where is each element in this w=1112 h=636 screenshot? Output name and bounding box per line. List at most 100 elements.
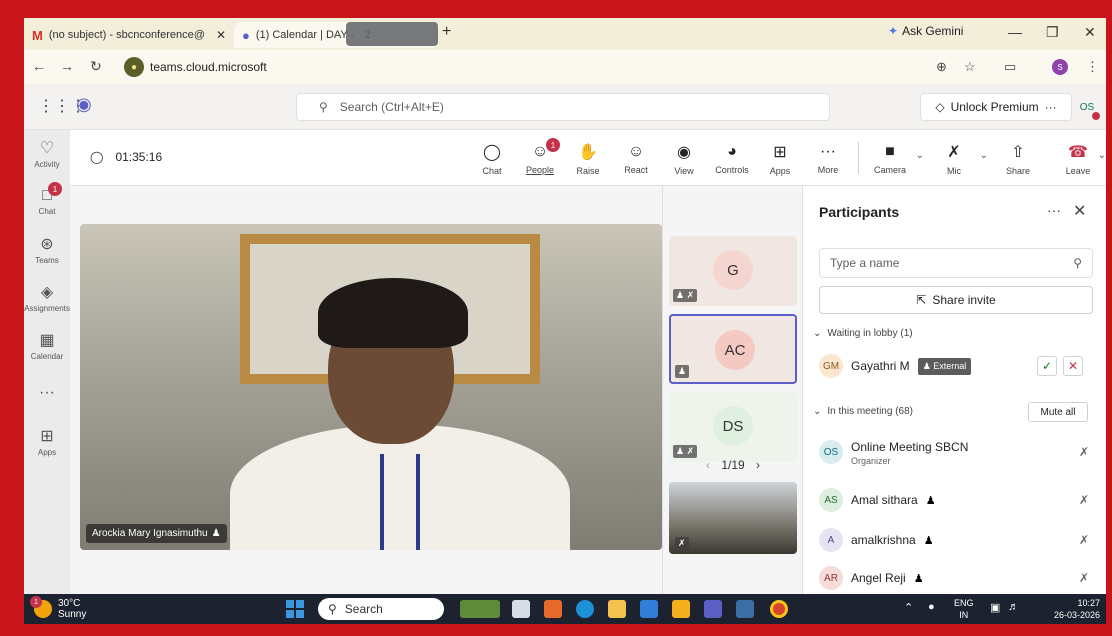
left-rail: ♡ Activity □ Chat 1 ⊛ Teams ◈ Assignment…	[24, 130, 70, 594]
minimize-icon[interactable]: —	[1008, 24, 1022, 40]
profile-avatar[interactable]: S	[1052, 59, 1068, 75]
react-button[interactable]: ☺ React	[614, 136, 658, 182]
rail-item-activity[interactable]: ♡ Activity	[24, 130, 70, 176]
more-button[interactable]: ··· More	[806, 136, 850, 182]
mic-button[interactable]: ✗ Mic ⌄	[932, 136, 988, 182]
store-icon[interactable]	[608, 600, 626, 618]
network-icon[interactable]: ▣	[990, 601, 1000, 614]
taskbar-search[interactable]: ⚲ Search	[318, 598, 444, 620]
rail-item-assignments[interactable]: ◈ Assignments	[24, 274, 70, 320]
participant-row[interactable]: OS Online Meeting SBCN Organizer ✗	[819, 432, 1093, 472]
external-badge: ♟ External	[917, 357, 972, 375]
people-button[interactable]: ☺ People 1	[518, 136, 562, 182]
share-icon: ⇧	[1011, 144, 1025, 161]
rail-item-chat[interactable]: □ Chat 1	[24, 178, 70, 224]
app-icon[interactable]	[640, 600, 658, 618]
mic-tray-icon[interactable]: ●	[928, 601, 935, 613]
mic-off-icon: ✗	[1078, 445, 1089, 459]
task-view-icon[interactable]	[512, 600, 530, 618]
file-explorer-icon[interactable]	[672, 600, 690, 618]
share-invite-button[interactable]: ⇱ Share invite	[819, 286, 1093, 314]
language-indicator[interactable]: ENG IN	[954, 597, 974, 621]
thumbnail-tile-selected[interactable]: AC ♟	[669, 314, 797, 384]
more-icon: ···	[39, 384, 55, 401]
system-clock[interactable]: 10:27 26-03-2026	[1034, 597, 1100, 621]
chevron-down-icon[interactable]: ⌄	[1098, 150, 1106, 161]
apps-button[interactable]: ⊞ Apps	[758, 136, 802, 182]
raise-hand-button[interactable]: ✋ Raise	[566, 136, 610, 182]
copilot-icon[interactable]	[544, 600, 562, 618]
avatar: AS	[819, 488, 843, 512]
ask-gemini-button[interactable]: ✦ Ask Gemini	[888, 24, 963, 38]
main-speaker-video[interactable]: Arockia Mary Ignasimuthu ♟	[80, 224, 662, 550]
room-video-thumbnail[interactable]: ✗	[669, 482, 797, 554]
mic-off-icon: ✗	[675, 537, 689, 550]
mute-all-button[interactable]: Mute all	[1028, 402, 1088, 422]
thumbnail-tile[interactable]: G ♟ ✗	[669, 236, 797, 306]
tab-close-button[interactable]: ✕	[216, 28, 226, 42]
close-icon[interactable]: ✕	[1073, 201, 1086, 221]
external-user-icon: ♟	[925, 494, 936, 507]
chat-button[interactable]: ◯ Chat	[470, 136, 514, 182]
pager-next-button[interactable]: ›	[756, 458, 760, 472]
participant-row[interactable]: AR Angel Reji ♟ ✗	[819, 562, 1093, 594]
view-button[interactable]: ◉ View	[662, 136, 706, 182]
tab-gmail[interactable]: M (no subject) - sbcnconference@ ✕	[24, 22, 234, 48]
leave-button[interactable]: ☎ Leave ⌄	[1056, 136, 1106, 182]
menu-kebab-icon[interactable]: ⋮	[1086, 59, 1099, 75]
clock-date: 26-03-2026	[1053, 610, 1100, 620]
hand-icon: ✋	[578, 144, 598, 161]
widgets-icon[interactable]	[460, 600, 500, 618]
panel-more-icon[interactable]: ···	[1047, 202, 1061, 218]
rail-item-more[interactable]: ···	[24, 370, 70, 416]
lang-top: ENG	[954, 598, 974, 608]
rail-item-teams[interactable]: ⊛ Teams	[24, 226, 70, 272]
rail-item-calendar[interactable]: ▦ Calendar	[24, 322, 70, 368]
windows-start-button[interactable]	[286, 600, 304, 618]
edge-icon[interactable]	[576, 600, 594, 618]
share-button[interactable]: ⇧ Share	[996, 136, 1040, 182]
tab-search-icon[interactable]: ▭	[1004, 59, 1016, 75]
view-icon: ◉	[677, 144, 691, 161]
participant-search-input[interactable]: Type a name ⚲	[819, 248, 1093, 278]
tool-label: Camera	[873, 165, 906, 175]
camera-button[interactable]: ■ Camera ⌄	[868, 136, 924, 182]
gmail-icon: M	[32, 27, 43, 43]
deny-button[interactable]: ✕	[1063, 356, 1083, 376]
pager-prev-button[interactable]: ‹	[706, 458, 710, 472]
rail-item-apps[interactable]: ⊞ Apps	[24, 418, 70, 464]
app-icon[interactable]	[736, 600, 754, 618]
thumbnail-tile[interactable]: DS ♟ ✗	[669, 392, 797, 462]
controls-button[interactable]: ◕ Controls	[710, 136, 754, 182]
unlock-premium-button[interactable]: ◇ Unlock Premium ···	[920, 93, 1072, 121]
speaker-lanyard	[380, 454, 420, 550]
close-window-icon[interactable]: ✕	[1084, 24, 1096, 41]
tab-label: (1) Calendar | DAY -	[255, 29, 355, 41]
people-badge: 1	[546, 138, 560, 152]
bookmark-star-icon[interactable]: ☆	[964, 59, 976, 75]
weather-widget[interactable]: 1 30°C Sunny	[30, 596, 86, 620]
forward-icon[interactable]: →	[60, 58, 74, 74]
chevron-down-icon[interactable]: ⌄	[916, 150, 924, 161]
lobby-section-header[interactable]: ⌄ Waiting in lobby (1)	[813, 328, 913, 339]
apps-icon: ⊞	[40, 427, 54, 445]
install-app-icon[interactable]: ⊕	[936, 59, 947, 75]
search-box[interactable]: ⚲ Search (Ctrl+Alt+E)	[296, 93, 830, 121]
participant-name: Online Meeting SBCN	[851, 440, 969, 454]
url-field[interactable]: teams.cloud.microsoft	[150, 60, 267, 74]
volume-icon[interactable]: ♬	[1008, 601, 1019, 613]
chevron-down-icon[interactable]: ⌄	[980, 150, 988, 161]
premium-more-icon[interactable]: ···	[1045, 100, 1057, 114]
new-tab-button[interactable]: +	[442, 23, 451, 41]
in-meeting-section-header[interactable]: ⌄ In this meeting (68)	[813, 406, 913, 417]
participant-row[interactable]: A amalkrishna ♟ ✗	[819, 524, 1093, 556]
site-info-icon[interactable]: ●	[124, 57, 144, 77]
chevron-up-icon[interactable]: ⌃	[904, 601, 913, 614]
participant-row[interactable]: AS Amal sithara ♟ ✗	[819, 484, 1093, 516]
reload-icon[interactable]: ↻	[90, 58, 102, 75]
admit-button[interactable]: ✓	[1037, 356, 1057, 376]
teams-taskbar-icon[interactable]	[704, 600, 722, 618]
maximize-icon[interactable]: ❐	[1046, 24, 1059, 41]
back-icon[interactable]: ←	[32, 58, 46, 74]
chrome-icon[interactable]	[770, 600, 788, 618]
